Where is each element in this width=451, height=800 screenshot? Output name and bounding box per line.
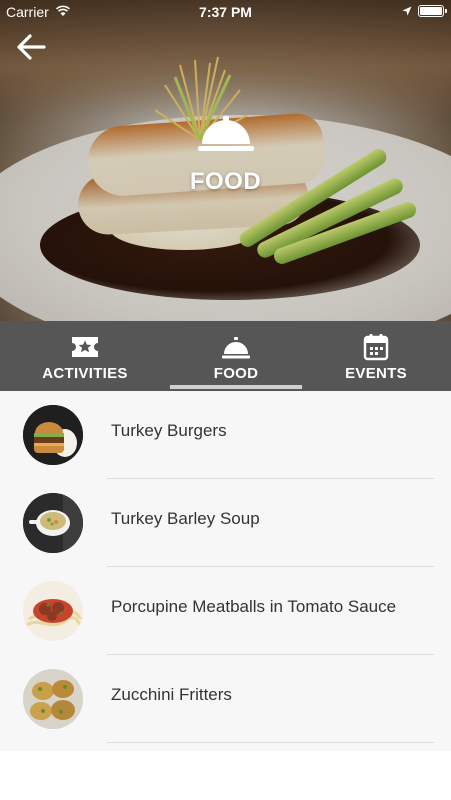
cloche-icon — [198, 116, 254, 151]
list-divider — [107, 742, 434, 743]
tab-events[interactable]: EVENTS — [311, 321, 441, 391]
ticket-star-icon — [72, 337, 98, 357]
list-item[interactable]: Porcupine Meatballs in Tomato Sauce — [0, 567, 451, 655]
soup-bowl-image — [23, 493, 83, 553]
tab-activities-label: ACTIVITIES — [42, 365, 128, 382]
clock: 7:37 PM — [199, 4, 252, 20]
location-arrow-icon — [402, 6, 412, 16]
tab-food-label: FOOD — [213, 365, 259, 382]
calendar-icon — [363, 334, 389, 361]
food-list: Turkey Burgers Turkey Barley Soup Porcup… — [0, 391, 451, 751]
meatballs-image — [23, 581, 83, 641]
page-title: FOOD — [189, 168, 262, 195]
back-arrow-icon[interactable] — [14, 30, 48, 64]
list-item[interactable]: Turkey Barley Soup — [0, 479, 451, 567]
food-name: Zucchini Fritters — [111, 685, 232, 704]
active-tab-indicator — [170, 385, 302, 389]
status-bar: Carrier 7:37 PM — [0, 0, 451, 24]
battery-icon — [418, 5, 447, 17]
hero-banner: Carrier 7:37 PM FOOD — [0, 0, 451, 321]
cloche-icon — [222, 337, 250, 359]
tab-events-label: EVENTS — [345, 365, 407, 382]
food-name: Porcupine Meatballs in Tomato Sauce — [111, 597, 397, 616]
list-item[interactable]: Turkey Burgers — [0, 391, 451, 479]
tab-food[interactable]: FOOD — [171, 321, 301, 391]
turkey-burger-image — [23, 405, 83, 465]
food-name: Turkey Burgers — [111, 421, 227, 440]
hero-overlay — [0, 0, 451, 321]
tab-activities[interactable]: ACTIVITIES — [20, 321, 150, 391]
list-item[interactable]: Zucchini Fritters — [0, 655, 451, 743]
fritters-image — [23, 669, 83, 729]
food-name: Turkey Barley Soup — [111, 509, 260, 528]
category-tab-bar: ACTIVITIES FOOD EVENTS — [0, 321, 451, 391]
